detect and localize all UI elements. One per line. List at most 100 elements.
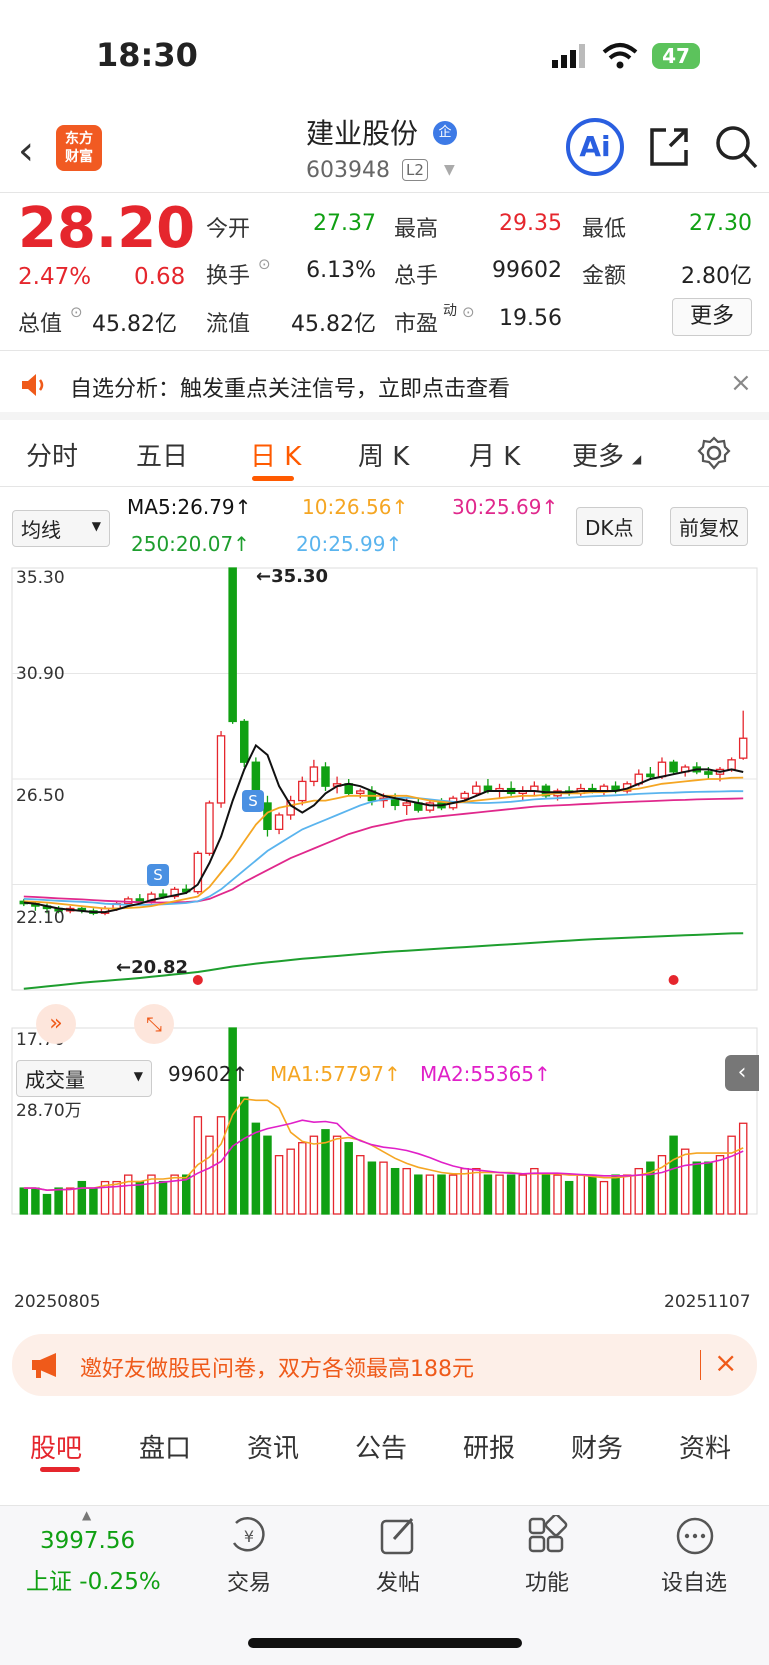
tab-more[interactable]: 更多 [572, 436, 624, 473]
signal-s-badge[interactable]: S [147, 864, 169, 886]
volume-bar [622, 1174, 632, 1215]
volume-bar [367, 1161, 377, 1215]
settings-icon[interactable] [697, 436, 731, 470]
back-icon[interactable]: ‹ [18, 128, 34, 174]
volume-bar [646, 1161, 655, 1215]
volume-bar [715, 1155, 725, 1215]
add-watchlist-icon[interactable] [674, 1515, 716, 1557]
tab-five-day[interactable]: 五日 [136, 436, 188, 473]
candle-body [158, 893, 168, 898]
share-icon[interactable] [648, 126, 690, 168]
volume-bar [181, 1174, 191, 1215]
info-icon[interactable]: ⊙ [258, 255, 271, 273]
ai-button[interactable]: Ai [566, 118, 624, 176]
tab-monthly-k[interactable]: 月 K [469, 436, 520, 473]
volume-bar [553, 1174, 562, 1215]
amount-value: 2.80亿 [681, 264, 752, 289]
nav-functions[interactable]: 功能 [497, 1565, 597, 1597]
candle-body [669, 761, 678, 773]
y-label-3: 26.50 [16, 786, 65, 806]
level2-badge[interactable]: L2 [402, 159, 428, 181]
fq-button[interactable]: 前复权 [670, 507, 748, 546]
volume-select[interactable]: 成交量 ▼ [16, 1060, 152, 1097]
close-icon[interactable]: × [730, 368, 752, 398]
volume-bar [344, 1142, 353, 1215]
ma20-value: 20:25.99↑ [296, 532, 403, 556]
tab-news[interactable]: 资讯 [247, 1428, 299, 1465]
volume-bar [692, 1161, 702, 1215]
volume-bar [390, 1167, 400, 1215]
volume-bar [158, 1180, 168, 1215]
tab-intraday[interactable]: 分时 [26, 436, 78, 473]
stock-code: 603948 [306, 158, 390, 183]
float-label: 流值 [206, 312, 251, 337]
candle-body [274, 814, 284, 831]
signal-s-badge[interactable]: S [242, 790, 264, 812]
volume-bar [89, 1187, 98, 1215]
tab-weekly-k[interactable]: 周 K [358, 436, 409, 473]
volume-ma1: MA1:57797↑ [270, 1062, 401, 1086]
volume-bar [251, 1122, 261, 1215]
index-value[interactable]: 3997.56 [40, 1528, 135, 1554]
dk-button[interactable]: DK点 [576, 507, 643, 546]
ma30-value: 30:25.69↑ [452, 495, 559, 519]
amount-label: 金额 [582, 264, 627, 289]
info-icon[interactable]: ⊙ [70, 303, 83, 321]
mktcap-value: 45.82亿 [92, 312, 177, 337]
kline-chart[interactable] [0, 560, 769, 1320]
trade-icon[interactable]: ¥ [228, 1515, 270, 1557]
tab-research[interactable]: 研报 [463, 1428, 515, 1465]
start-date: 20250805 [14, 1292, 101, 1312]
pe-value: 19.56 [499, 306, 562, 331]
candle-body [657, 761, 667, 778]
info-icon[interactable]: ⊙ [462, 303, 475, 321]
notice-text[interactable]: 自选分析：触发重点关注信号，立即点击查看 [70, 371, 510, 403]
more-button[interactable]: 更多 [672, 298, 752, 336]
turnover-label: 换手 [206, 264, 251, 289]
ma5-line [23, 743, 744, 914]
volume-bar [356, 1155, 365, 1215]
tab-profile[interactable]: 资料 [679, 1428, 731, 1465]
volume-bar [77, 1180, 87, 1215]
volume-bar [483, 1174, 493, 1215]
promo-text[interactable]: 邀好友做股民问卷，双方各领最高188元 [80, 1351, 474, 1383]
close-icon[interactable]: × [714, 1346, 737, 1379]
volume-top-label: 28.70万 [16, 1101, 82, 1121]
nav-add-watchlist[interactable]: 设自选 [644, 1565, 744, 1597]
expand-up-icon[interactable]: ▲ [82, 1508, 91, 1522]
last-price: 28.20 [18, 196, 196, 261]
tab-guba[interactable]: 股吧 [30, 1428, 82, 1465]
functions-icon[interactable] [526, 1515, 568, 1557]
mktcap-label: 总值 [18, 312, 63, 337]
y-label-1: 35.30 [16, 568, 65, 588]
fullscreen-icon[interactable]: ⤡ [134, 1004, 174, 1044]
volume-bar [31, 1187, 40, 1215]
svg-text:¥: ¥ [244, 1527, 254, 1546]
change-amount: 0.68 [134, 264, 186, 290]
index-label[interactable]: 上证 -0.25% [26, 1562, 161, 1596]
candle-body [205, 802, 214, 854]
volume-bar [657, 1155, 667, 1215]
volume-bar [402, 1167, 411, 1215]
high-label: 最高 [394, 217, 439, 242]
signal-icon [552, 44, 585, 68]
nav-trade[interactable]: 交易 [199, 1565, 299, 1597]
post-icon[interactable] [378, 1515, 420, 1557]
tab-pankou[interactable]: 盘口 [139, 1428, 191, 1465]
expand-icon[interactable]: » [36, 1004, 76, 1044]
end-date: 20251107 [664, 1292, 751, 1312]
volume-bar [680, 1148, 690, 1215]
tab-daily-k[interactable]: 日 K [250, 436, 301, 473]
chevron-down-icon[interactable]: ▼ [444, 162, 455, 178]
indicator-select[interactable]: 均线 ▼ [12, 510, 110, 547]
app-logo[interactable]: 东方 财富 [56, 125, 102, 171]
tab-finance[interactable]: 财务 [571, 1428, 623, 1465]
nav-post[interactable]: 发帖 [348, 1565, 448, 1597]
tab-announcements[interactable]: 公告 [355, 1428, 407, 1465]
candle-body [356, 790, 365, 795]
search-icon[interactable] [714, 124, 758, 170]
home-indicator [248, 1638, 522, 1648]
volume-bar [611, 1174, 620, 1215]
low-marker: ←20.82 [116, 957, 189, 978]
collapse-icon[interactable]: ‹ [725, 1055, 759, 1091]
